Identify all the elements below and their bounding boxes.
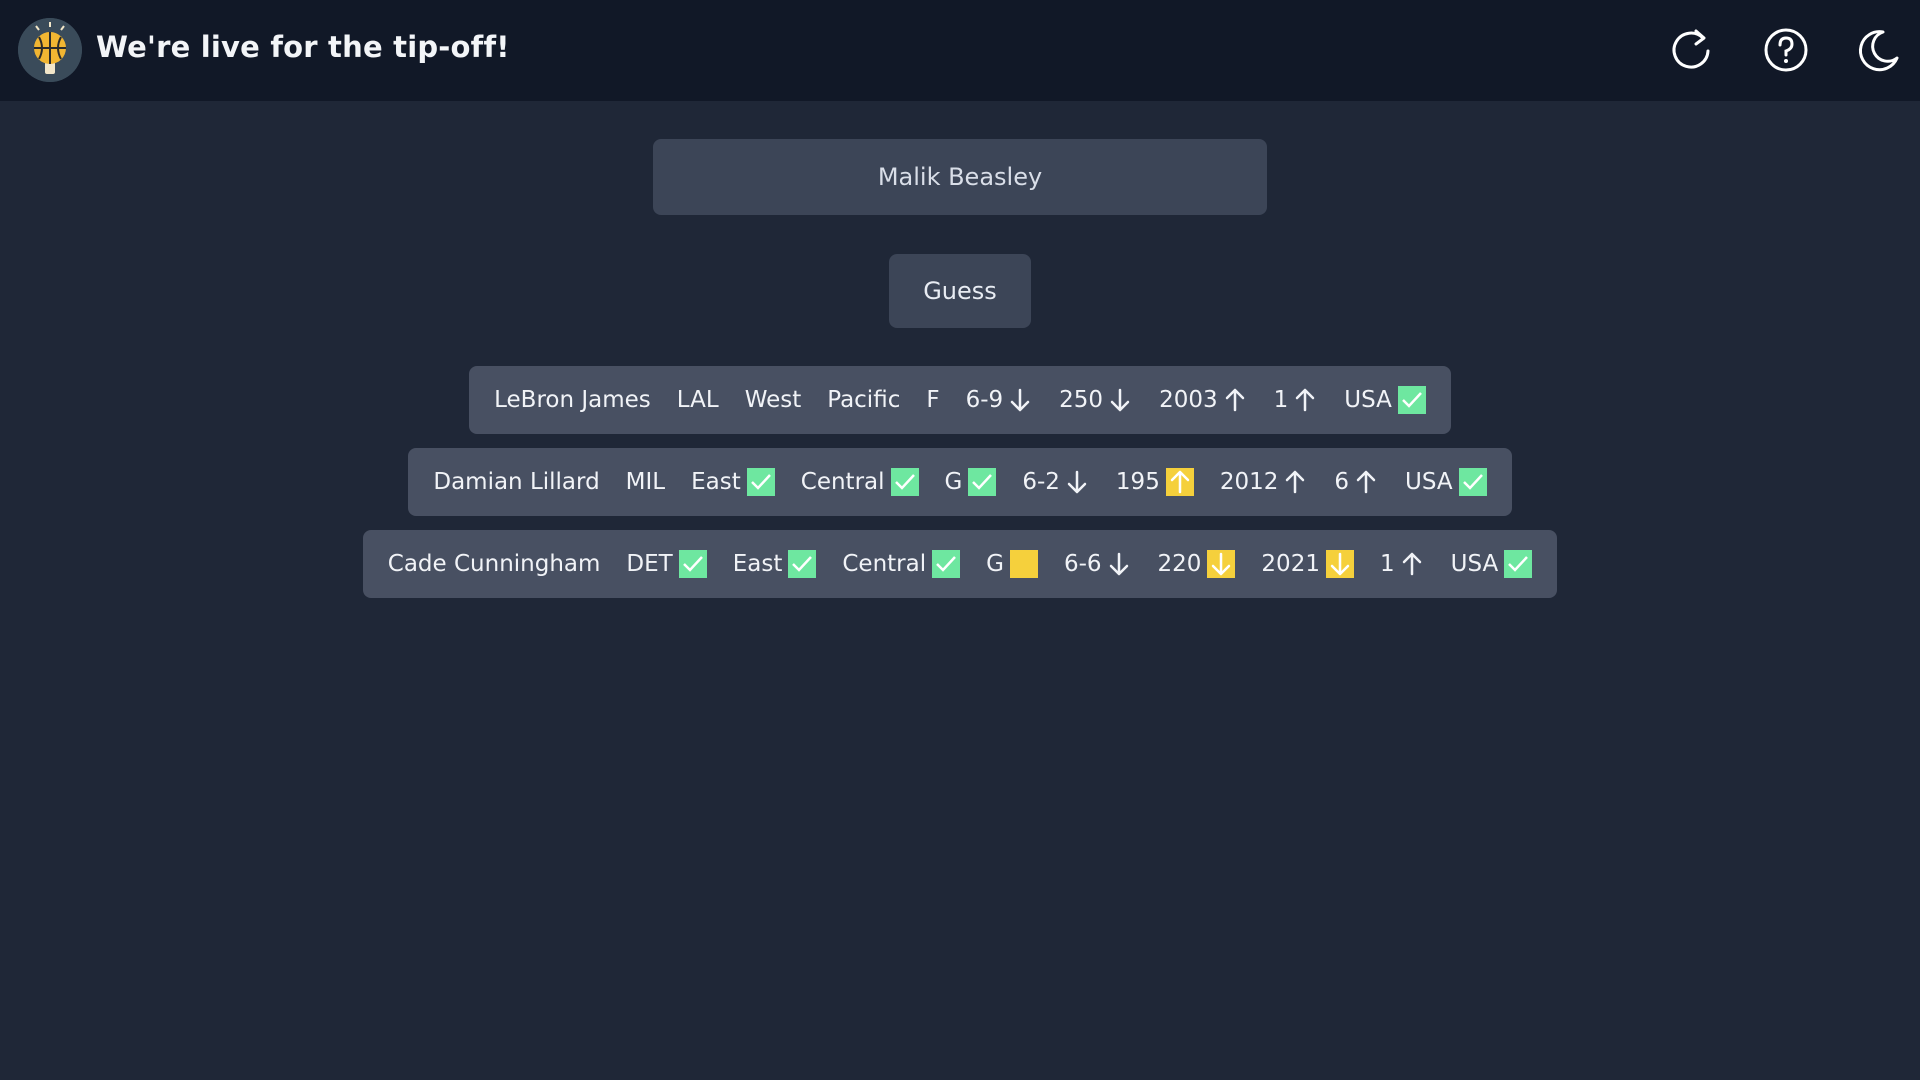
attribute-cell: 1 xyxy=(1274,366,1319,434)
arrow-down-icon xyxy=(1064,468,1090,496)
attribute-value: East xyxy=(691,469,741,495)
arrow-up-icon xyxy=(1222,386,1248,414)
check-icon xyxy=(746,468,775,496)
attribute-cell: LAL xyxy=(677,366,719,434)
arrow-down-icon xyxy=(1106,550,1132,578)
attribute-cell: DET xyxy=(626,530,707,598)
attribute-cell: 220 xyxy=(1158,530,1236,598)
check-icon xyxy=(1458,468,1487,496)
arrow-up-icon xyxy=(1353,468,1379,496)
attribute-cell: Central xyxy=(842,530,961,598)
guess-list: LeBron James LAL West Pacific F 6-9 250 2003 1 US… xyxy=(0,366,1920,612)
attribute-value: Pacific xyxy=(827,387,901,413)
attribute-value: USA xyxy=(1344,387,1392,413)
moon-icon[interactable] xyxy=(1849,22,1905,78)
guess-button[interactable]: Guess xyxy=(889,254,1031,328)
guess-row: LeBron James LAL West Pacific F 6-9 250 2003 1 US… xyxy=(469,366,1451,434)
check-icon xyxy=(968,468,997,496)
player-name: Damian Lillard xyxy=(433,448,599,516)
arrow-up-icon xyxy=(1399,550,1425,578)
attribute-cell: 195 xyxy=(1116,448,1194,516)
attribute-value: DET xyxy=(626,551,673,577)
attribute-cell: 1 xyxy=(1380,530,1425,598)
check-icon xyxy=(932,550,961,578)
attribute-cell: 6-6 xyxy=(1064,530,1132,598)
player-search-input[interactable] xyxy=(653,139,1267,215)
guess-row: Cade Cunningham DET East Central G 6-6 220 2021… xyxy=(362,530,1558,598)
check-icon xyxy=(1504,550,1533,578)
arrow-down-icon xyxy=(1325,550,1354,578)
attribute-cell: 6-2 xyxy=(1022,448,1090,516)
attribute-value: 250 xyxy=(1059,387,1104,413)
arrow-up-icon xyxy=(1292,386,1318,414)
attribute-value: F xyxy=(926,387,940,413)
attribute-value: 6 xyxy=(1334,469,1350,495)
player-name: Cade Cunningham xyxy=(388,530,601,598)
attribute-cell: East xyxy=(733,530,817,598)
attribute-value: 220 xyxy=(1157,551,1202,577)
player-name: LeBron James xyxy=(494,366,651,434)
attribute-value: USA xyxy=(1450,551,1499,577)
attribute-value: 2012 xyxy=(1219,469,1279,495)
attribute-cell: 250 xyxy=(1059,366,1133,434)
attribute-value: 195 xyxy=(1115,469,1160,495)
attribute-cell: Pacific xyxy=(827,366,900,434)
attribute-cell: MIL xyxy=(626,448,665,516)
attribute-cell: 2012 xyxy=(1220,448,1309,516)
attribute-cell: USA xyxy=(1344,366,1426,434)
player-name-text: Damian Lillard xyxy=(433,469,600,495)
arrow-down-icon xyxy=(1207,550,1236,578)
attribute-value: 2003 xyxy=(1159,387,1218,413)
attribute-cell: 6 xyxy=(1334,448,1379,516)
attribute-value: 6-6 xyxy=(1063,551,1102,577)
attribute-value: G xyxy=(944,469,963,495)
attribute-value: 2021 xyxy=(1261,551,1320,577)
attribute-value: West xyxy=(744,387,802,413)
arrow-down-icon xyxy=(1007,386,1033,414)
attribute-value: LAL xyxy=(676,387,719,413)
attribute-cell: 2003 xyxy=(1159,366,1248,434)
arrow-up-icon xyxy=(1165,468,1194,496)
attribute-cell: USA xyxy=(1405,448,1487,516)
check-icon xyxy=(1397,386,1426,414)
player-name-text: LeBron James xyxy=(494,387,651,413)
attribute-cell: USA xyxy=(1451,530,1533,598)
attribute-cell: F xyxy=(926,366,939,434)
basketball-logo-icon xyxy=(18,18,82,82)
attribute-value: Central xyxy=(800,469,885,495)
attribute-value: 6-9 xyxy=(965,387,1004,413)
guess-row: Damian Lillard MIL East Central G 6-2 195 2012 6… xyxy=(408,448,1512,516)
check-icon xyxy=(788,550,817,578)
check-icon xyxy=(890,468,919,496)
help-icon[interactable] xyxy=(1758,22,1814,78)
page-title: We're live for the tip-off! xyxy=(96,30,510,64)
player-name-text: Cade Cunningham xyxy=(387,551,601,577)
attribute-cell: East xyxy=(691,448,775,516)
attribute-cell: Central xyxy=(801,448,919,516)
check-icon xyxy=(678,550,707,578)
attribute-value: East xyxy=(732,551,783,577)
arrow-down-icon xyxy=(1107,386,1133,414)
arrow-up-icon xyxy=(1282,468,1308,496)
refresh-icon[interactable] xyxy=(1663,22,1719,78)
attribute-cell: G xyxy=(945,448,997,516)
attribute-value: 1 xyxy=(1273,387,1289,413)
attribute-cell: 2021 xyxy=(1261,530,1354,598)
attribute-value: 6-2 xyxy=(1022,469,1060,495)
attribute-value: Central xyxy=(842,551,927,577)
attribute-value: G xyxy=(986,551,1004,577)
attribute-value: 1 xyxy=(1379,551,1395,577)
attribute-value: MIL xyxy=(625,469,666,495)
close-indicator xyxy=(1009,550,1038,578)
attribute-cell: G xyxy=(986,530,1038,598)
attribute-value: USA xyxy=(1405,469,1453,495)
top-bar: We're live for the tip-off! xyxy=(0,0,1920,101)
attribute-cell: 6-9 xyxy=(966,366,1034,434)
attribute-cell: West xyxy=(745,366,802,434)
